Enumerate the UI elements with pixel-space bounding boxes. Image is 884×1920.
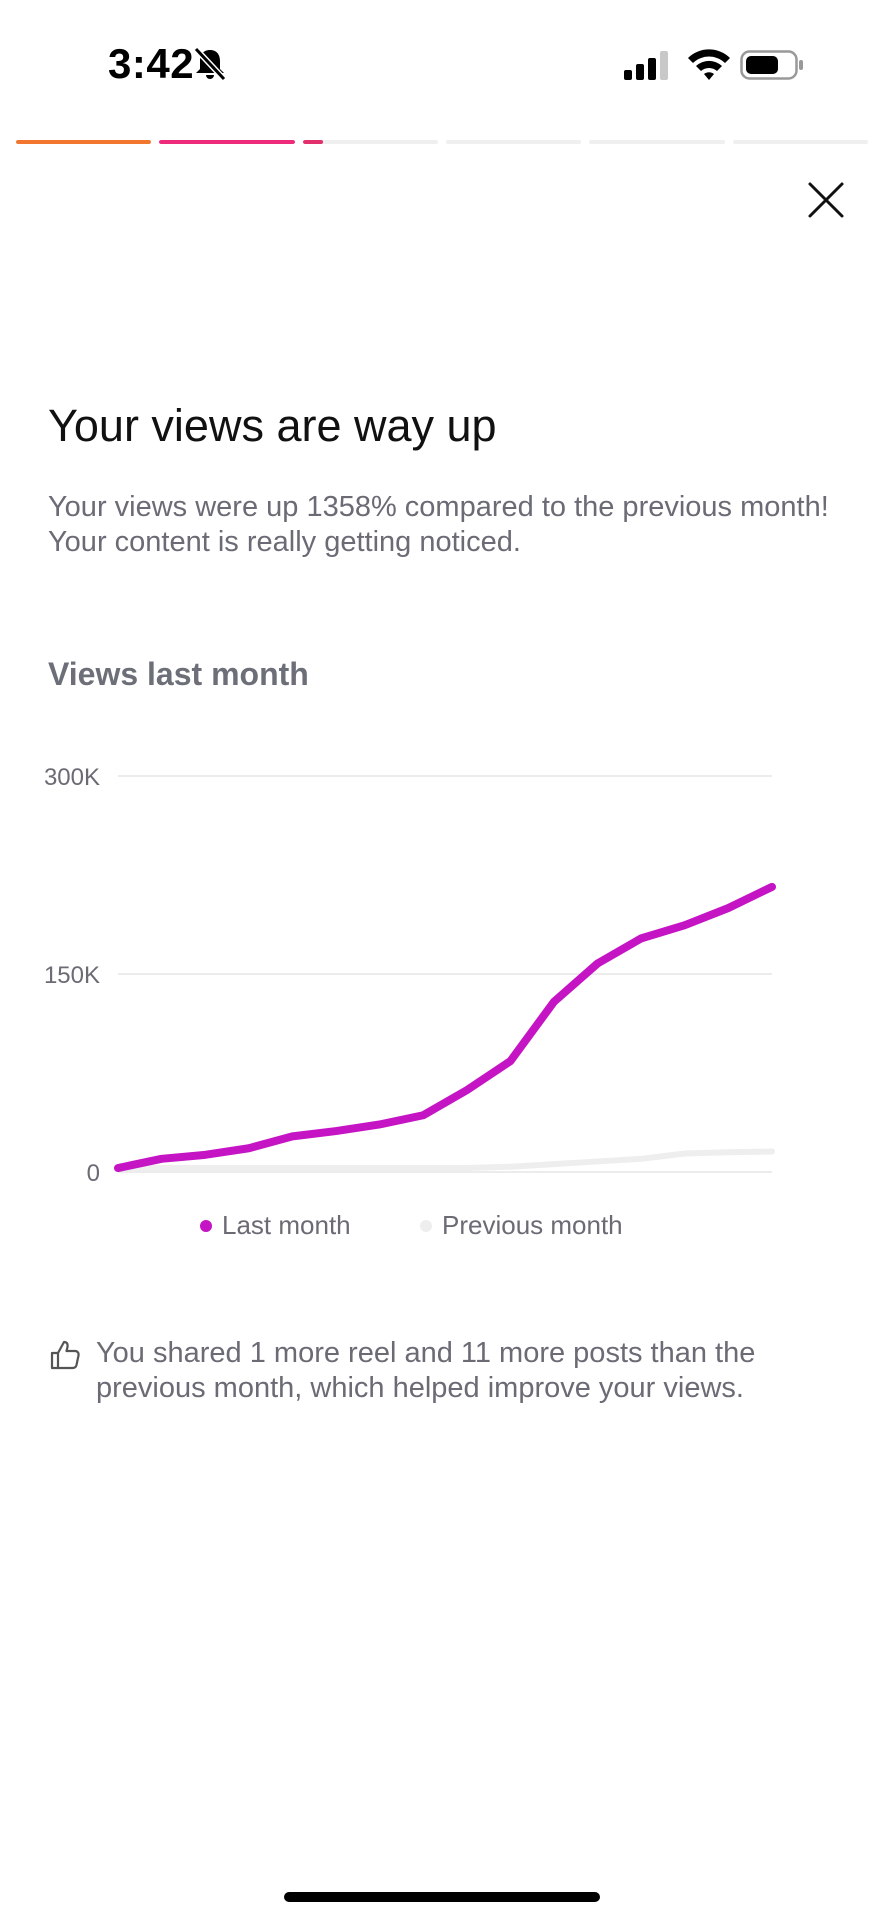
battery-icon — [740, 50, 803, 80]
legend-dot — [200, 1219, 212, 1232]
story-progress-segment — [732, 140, 868, 144]
series-line-last-month — [114, 882, 776, 1173]
status-time: 3:42 — [108, 40, 195, 87]
legend-dot — [420, 1219, 432, 1232]
story-progress-fill — [159, 140, 295, 144]
page-title: Your views are way up — [48, 400, 497, 451]
legend-item: Previous month — [420, 1210, 623, 1241]
y-tick-label: 150K — [44, 962, 100, 989]
story-progress-fill — [16, 140, 152, 144]
cellular-signal-icon — [624, 51, 668, 80]
story-progress-bar — [16, 140, 868, 145]
thumbs-up-icon — [50, 1340, 80, 1370]
legend-label: Previous month — [442, 1210, 623, 1240]
views-line-chart: 300K 150K 0 — [44, 764, 776, 1187]
legend-item: Last month — [200, 1210, 351, 1241]
legend-label: Last month — [222, 1210, 351, 1240]
story-progress-segment — [16, 140, 152, 144]
wifi-icon — [688, 49, 730, 80]
tip-text: You shared 1 more reel and 11 more posts… — [96, 1337, 756, 1404]
story-progress-segment — [445, 140, 582, 144]
close-icon[interactable] — [806, 180, 846, 220]
tip-row: You shared 1 more reel and 11 more posts… — [48, 1336, 848, 1406]
chart-legend: Last month Previous month — [0, 1210, 884, 1250]
home-indicator[interactable] — [284, 1892, 600, 1902]
status-bar: 3:42 — [0, 0, 884, 130]
story-progress-fill — [302, 140, 323, 144]
story-progress-segment — [589, 140, 725, 144]
y-tick-label: 0 — [87, 1160, 100, 1187]
story-progress-segment — [159, 140, 295, 144]
y-tick-label: 300K — [44, 764, 100, 791]
page-description: Your views were up 1358% compared to the… — [48, 491, 829, 558]
bell-slash-icon — [193, 46, 227, 82]
story-progress-segment — [302, 140, 438, 144]
chart-title: Views last month — [48, 656, 309, 692]
